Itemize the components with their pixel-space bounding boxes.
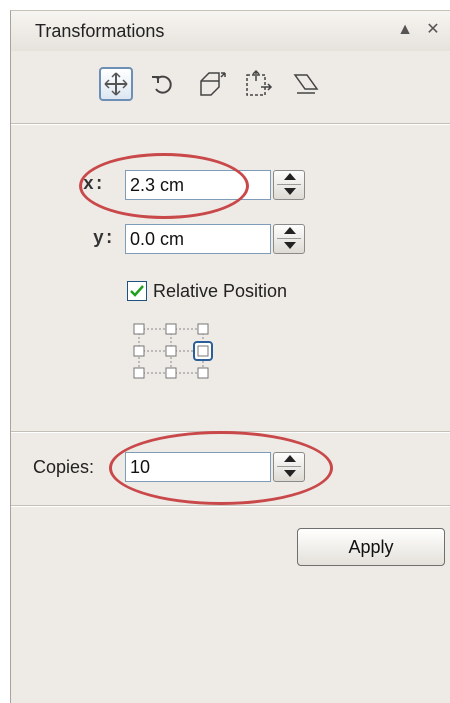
size-icon <box>246 69 273 96</box>
tool-rotate-button[interactable] <box>147 67 181 101</box>
stepper-up-icon <box>284 227 296 234</box>
stepper-up-icon <box>284 173 296 180</box>
anchor-point-grid[interactable] <box>129 319 219 389</box>
tool-skew-button[interactable] <box>289 67 323 101</box>
tool-position-button[interactable] <box>99 67 133 101</box>
collapse-icon[interactable]: ▲ <box>395 19 415 41</box>
relative-position-checkbox[interactable] <box>127 281 147 301</box>
x-stepper[interactable] <box>273 170 305 200</box>
y-position-value: 0.0 cm <box>130 229 185 249</box>
transformations-docker: Transformations ▲ ✕ x: 2.3 cm y: 0.0 cm … <box>10 10 450 703</box>
highlight-ellipse <box>109 431 333 505</box>
checkmark-icon <box>130 285 144 297</box>
section-divider <box>11 505 450 507</box>
stepper-down-icon <box>284 242 296 249</box>
stepper-down-icon <box>284 188 296 195</box>
y-stepper[interactable] <box>273 224 305 254</box>
docker-titlebar: Transformations ▲ ✕ <box>11 11 450 51</box>
section-divider <box>11 123 450 125</box>
copies-label: Copies: <box>33 457 95 477</box>
skew-icon <box>293 74 319 94</box>
y-position-input[interactable]: 0.0 cm <box>125 224 271 254</box>
apply-button[interactable]: Apply <box>297 528 445 566</box>
docker-title: Transformations <box>35 21 165 41</box>
scale-mirror-icon <box>200 72 226 96</box>
y-label: y: <box>93 229 115 249</box>
position-crosshair-icon <box>104 72 128 96</box>
tool-scale-button[interactable] <box>195 67 229 101</box>
relative-position-label: Relative Position <box>153 281 288 301</box>
rotate-icon <box>152 75 172 94</box>
tool-size-button[interactable] <box>241 67 275 101</box>
highlight-ellipse <box>79 153 249 219</box>
close-icon[interactable]: ✕ <box>423 19 443 41</box>
